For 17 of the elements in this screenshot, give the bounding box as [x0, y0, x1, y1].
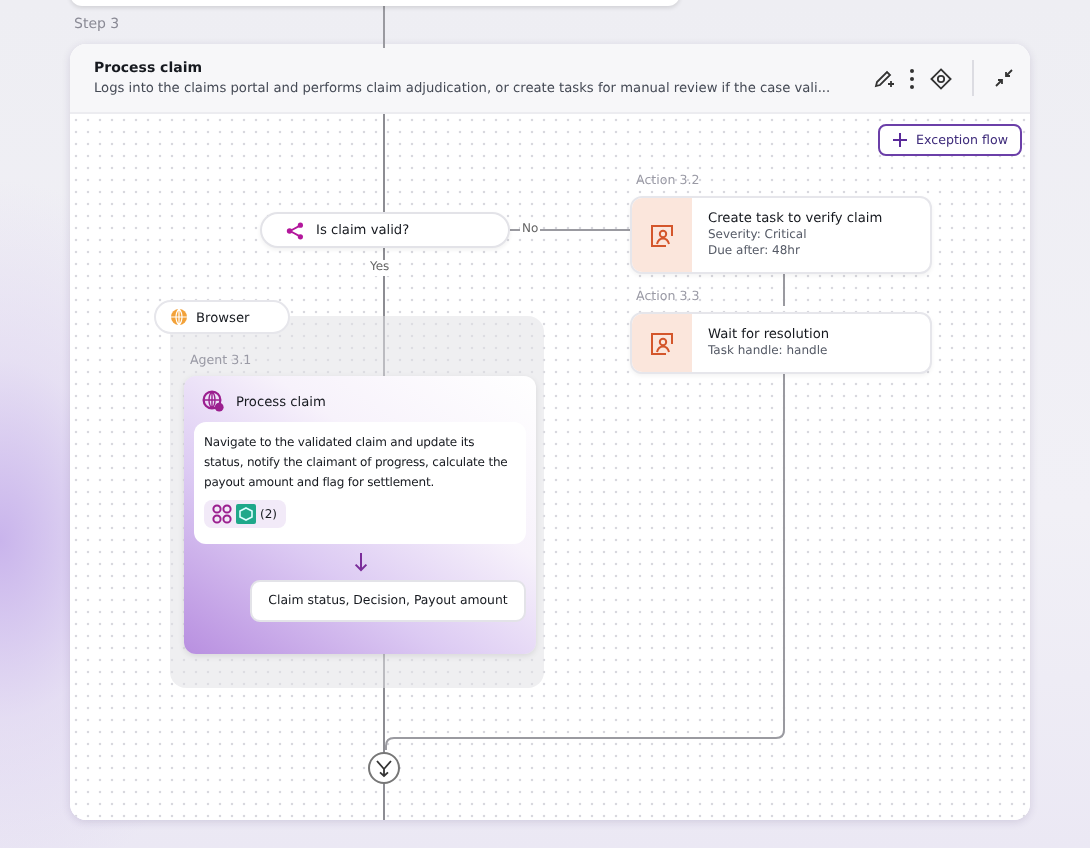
task-icon [650, 223, 674, 247]
target-icon[interactable] [930, 67, 952, 89]
branch-icon [286, 221, 304, 239]
collapse-icon[interactable] [994, 68, 1014, 88]
connector-line [509, 229, 631, 231]
plus-icon [892, 132, 909, 148]
globe-icon [202, 390, 224, 412]
nodes-icon [212, 504, 232, 524]
connector-line [783, 271, 785, 307]
task-icon [650, 331, 674, 355]
cube-icon [236, 504, 256, 524]
down-arrow-icon [353, 552, 367, 572]
connector-line [383, 0, 385, 49]
edit-icon[interactable] [874, 68, 894, 88]
globe-icon [170, 308, 188, 326]
merge-icon[interactable] [368, 752, 400, 784]
more-icon[interactable] [908, 67, 916, 89]
